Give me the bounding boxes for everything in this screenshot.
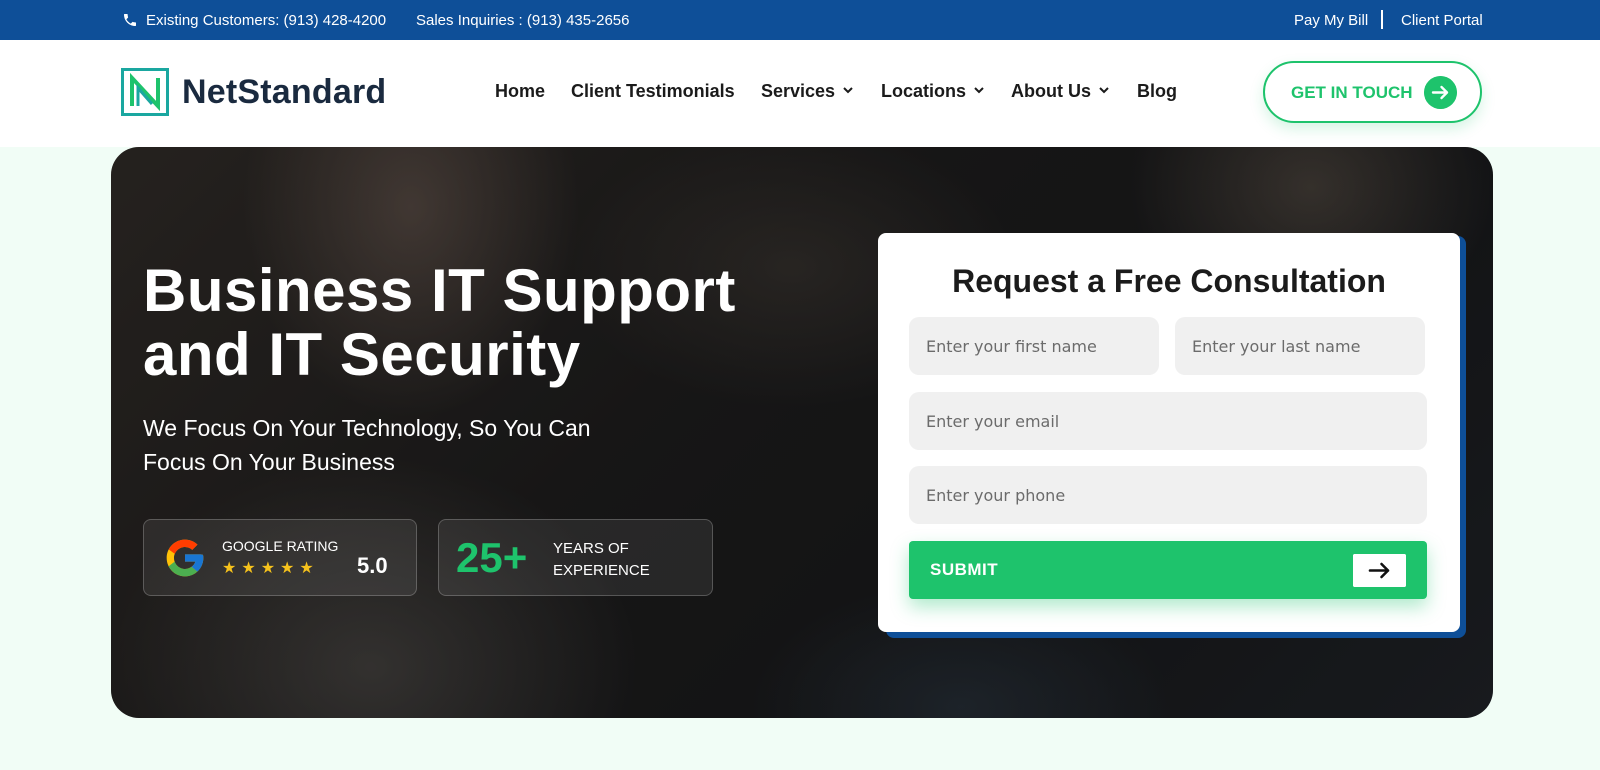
sales-inquiries-phone[interactable]: Sales Inquiries : (913) 435-2656: [416, 12, 629, 29]
email-input[interactable]: Enter your email: [909, 392, 1427, 450]
nav-blog[interactable]: Blog: [1137, 81, 1177, 102]
chevron-down-icon: [843, 87, 853, 94]
get-in-touch-button[interactable]: GET IN TOUCH: [1263, 61, 1482, 123]
phone-icon: [124, 14, 136, 26]
nav-services[interactable]: Services: [761, 81, 854, 102]
submit-label: SUBMIT: [930, 560, 999, 579]
nav-blog-label: Blog: [1137, 81, 1177, 101]
nav-about-us[interactable]: About Us: [1011, 81, 1110, 102]
topbar-divider: [1381, 10, 1383, 29]
hero-title-line-2: and IT Security: [143, 321, 581, 388]
nav-client-testimonials[interactable]: Client Testimonials: [571, 81, 735, 102]
last-name-input[interactable]: Enter your last name: [1175, 317, 1425, 375]
get-in-touch-label: GET IN TOUCH: [1291, 83, 1413, 102]
nav-locations[interactable]: Locations: [881, 81, 985, 102]
consultation-form: Request a Free Consultation Enter your f…: [878, 233, 1460, 632]
experience-label-line-1: YEARS OF: [553, 540, 629, 557]
rating-value: 5.0: [357, 553, 388, 578]
arrow-right-icon: [1424, 76, 1457, 109]
google-rating-card: GOOGLE RATING ★★★★★ 5.0: [143, 519, 417, 596]
arrow-right-icon: [1353, 554, 1406, 587]
rating-stars: ★★★★★: [222, 560, 319, 577]
last-name-placeholder: Enter your last name: [1192, 336, 1361, 356]
site-header: NetStandard Home Client Testimonials Ser…: [0, 40, 1600, 147]
experience-label-line-2: EXPERIENCE: [553, 562, 650, 579]
hero-subtitle-line-2: Focus On Your Business: [143, 449, 395, 475]
logo-text[interactable]: NetStandard: [182, 73, 386, 112]
pay-my-bill-link[interactable]: Pay My Bill: [1294, 12, 1368, 29]
google-icon: [166, 539, 204, 577]
first-name-input[interactable]: Enter your first name: [909, 317, 1159, 375]
top-bar: Existing Customers: (913) 428-4200 Sales…: [0, 0, 1600, 40]
nav-services-label: Services: [761, 81, 836, 101]
hero-subtitle-line-1: We Focus On Your Technology, So You Can: [143, 415, 591, 441]
nav-home[interactable]: Home: [495, 81, 545, 102]
email-placeholder: Enter your email: [926, 411, 1060, 431]
logo-mark-icon[interactable]: [121, 68, 169, 116]
experience-label: YEARS OF EXPERIENCE: [553, 538, 693, 582]
nav-about-us-label: About Us: [1011, 81, 1091, 101]
experience-number: 25+: [456, 534, 528, 581]
nav-home-label: Home: [495, 81, 546, 101]
phone-input[interactable]: Enter your phone: [909, 466, 1427, 524]
phone-placeholder: Enter your phone: [926, 485, 1066, 505]
form-title: Request a Free Consultation: [952, 263, 1386, 299]
existing-customers-phone[interactable]: Existing Customers: (913) 428-4200: [146, 12, 386, 29]
first-name-placeholder: Enter your first name: [926, 336, 1097, 356]
hero-title: Business IT Support and IT Security: [143, 259, 843, 387]
nav-client-testimonials-label: Client Testimonials: [571, 81, 735, 101]
chevron-down-icon: [1099, 87, 1109, 94]
client-portal-link[interactable]: Client Portal: [1401, 12, 1483, 29]
google-rating-label: GOOGLE RATING: [222, 538, 339, 554]
hero-subtitle: We Focus On Your Technology, So You Can …: [143, 411, 663, 479]
submit-button[interactable]: SUBMIT: [909, 541, 1427, 599]
experience-card: 25+ YEARS OF EXPERIENCE: [438, 519, 713, 596]
hero-title-line-1: Business IT Support: [143, 257, 736, 324]
chevron-down-icon: [974, 87, 984, 94]
nav-locations-label: Locations: [881, 81, 967, 101]
